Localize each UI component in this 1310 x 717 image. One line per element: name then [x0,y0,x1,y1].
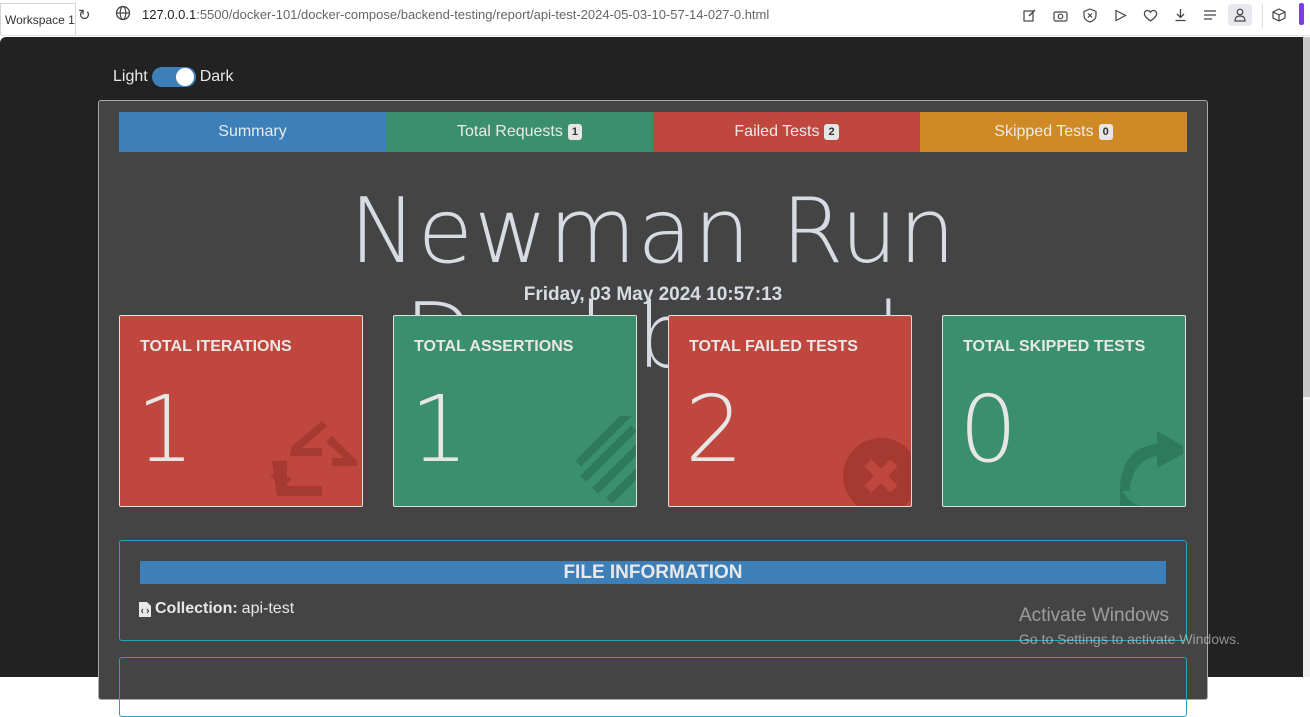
card-total-assertions: TOTAL ASSERTIONS 1 [393,315,637,507]
card-label: TOTAL ASSERTIONS [414,338,574,355]
assertions-icon [575,416,636,504]
next-panel [119,657,1187,717]
tab-total-requests[interactable]: Total Requests 1 [386,112,653,152]
count-badge: 1 [567,124,582,140]
scrollbar-track[interactable] [1303,397,1310,677]
profile-icon[interactable] [1228,4,1252,26]
play-icon[interactable] [1108,4,1132,26]
tab-label: Skipped Tests [994,123,1094,140]
card-total-failed-tests: TOTAL FAILED TESTS 2 [668,315,912,507]
times-circle-icon [843,438,911,506]
tab-summary[interactable]: Summary [119,112,386,152]
tab-label: Total Requests [457,123,563,140]
extension-cube-icon[interactable] [1270,5,1288,25]
card-value: 0 [959,376,1018,483]
browser-toolbar: Workspace 1 ↻ 127.0.0.1:5500/docker-101/… [0,0,1310,36]
tab-label: Failed Tests [734,123,820,140]
watermark-line-1: Activate Windows [1019,605,1169,626]
section-title: FILE INFORMATION [140,561,1166,584]
file-code-icon [139,601,151,617]
card-label: TOTAL FAILED TESTS [689,338,858,355]
scrollbar-thumb[interactable] [1303,37,1310,397]
workspace-tab[interactable]: Workspace 1 [0,3,76,35]
count-badge: 0 [1098,124,1113,140]
card-label: TOTAL SKIPPED TESTS [963,338,1146,355]
share-arrow-icon [1120,431,1183,506]
url-host: 127.0.0.1 [142,7,197,22]
camera-icon[interactable] [1048,4,1072,26]
watermark-line-2: Go to Settings to activate Windows. [1019,631,1240,647]
card-value: 2 [685,376,744,483]
address-bar[interactable]: 127.0.0.1:5500/docker-101/docker-compose… [142,7,769,22]
edit-icon[interactable] [1018,4,1042,26]
sidebar-indicator [1299,3,1304,25]
tab-label: Summary [218,123,287,140]
nav-tabs: Summary Total Requests 1 Failed Tests 2 … [119,112,1187,152]
shield-icon[interactable] [1078,4,1102,26]
count-badge: 2 [824,124,839,140]
switch-knob [175,68,194,86]
url-path: :5500/docker-101/docker-compose/backend-… [196,7,770,22]
theme-toggle: Light Dark [113,67,233,87]
download-icon[interactable] [1168,4,1192,26]
card-label: TOTAL ITERATIONS [140,338,292,355]
globe-icon[interactable] [115,5,131,21]
tab-skipped-tests[interactable]: Skipped Tests 0 [920,112,1187,152]
reload-icon[interactable]: ↻ [78,6,91,24]
collection-label: Collection: [155,600,238,617]
card-total-skipped-tests: TOTAL SKIPPED TESTS 0 [942,315,1186,507]
card-value: 1 [410,376,469,483]
tab-failed-tests[interactable]: Failed Tests 2 [653,112,920,152]
collection-info: Collection: api-test [139,600,294,618]
toolbar-separator [1262,4,1263,28]
theme-switch[interactable] [151,67,196,87]
windows-activation-watermark: Activate Windows Go to Settings to activ… [1019,605,1240,647]
retweet-icon [270,421,357,496]
card-total-iterations: TOTAL ITERATIONS 1 [119,315,363,507]
menu-list-icon[interactable] [1198,4,1222,26]
dark-label: Dark [199,68,234,85]
collection-value: api-test [241,600,295,617]
card-value: 1 [136,376,195,483]
heart-icon[interactable] [1138,4,1162,26]
light-label: Light [113,68,148,85]
run-date: Friday, 03 May 2024 10:57:13 [523,284,783,305]
